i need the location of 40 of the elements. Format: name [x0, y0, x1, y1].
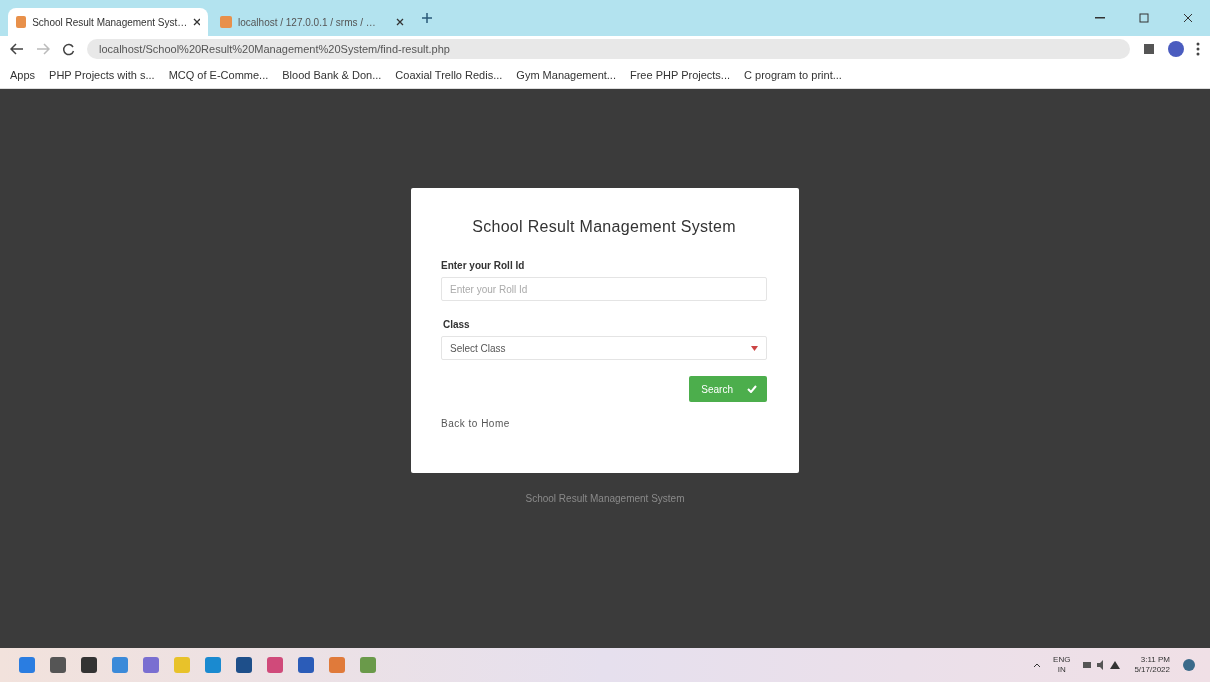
close-icon[interactable] [396, 18, 404, 26]
clock-time[interactable]: 3:11 PM [1140, 655, 1170, 665]
footer-text: School Result Management System [525, 493, 685, 504]
browser-tab[interactable]: School Result Management Syst… [8, 8, 208, 36]
region-indicator[interactable]: IN [1057, 665, 1066, 675]
system-tray-icons[interactable] [1082, 659, 1123, 671]
address-bar[interactable]: localhost/School%20Result%20Management%20System/find-result.php [87, 39, 1130, 59]
bookmark-item[interactable]: Blood Bank & Don... [282, 69, 382, 81]
bookmark-item[interactable]: Coaxial Trello Redis... [395, 69, 503, 81]
language-indicator[interactable]: ENG [1053, 655, 1071, 665]
clock-date[interactable]: 5/17/2022 [1134, 665, 1170, 675]
browser-tab[interactable]: localhost / 127.0.0.1 / srms / … [212, 8, 412, 36]
back-icon[interactable] [10, 43, 24, 55]
close-icon[interactable] [193, 18, 200, 26]
roll-id-field[interactable]: Enter your Roll Id [441, 277, 767, 301]
bookmark-item[interactable]: PHP Projects with s... [49, 69, 155, 81]
taskbar-app-icon[interactable] [297, 656, 315, 674]
dropdown-caret-icon [751, 345, 758, 351]
reload-icon[interactable] [62, 42, 75, 56]
check-icon [747, 385, 757, 393]
field-label: Enter your Roll Id [441, 260, 526, 271]
bookmark-item[interactable]: MCQ of E-Comme... [168, 69, 269, 81]
taskbar-app-icon[interactable] [80, 656, 98, 674]
taskbar-app-icon[interactable] [235, 656, 253, 674]
chevron-icon[interactable] [1033, 662, 1042, 668]
bookmark-item[interactable]: Gym Management... [516, 69, 616, 81]
page-icon [16, 16, 27, 28]
notification-icon[interactable] [1182, 658, 1196, 672]
profile-avatar[interactable] [1168, 41, 1184, 57]
bookmark-item[interactable]: C program to print... [744, 69, 842, 81]
card-title: School Result Management System [471, 218, 737, 236]
taskbar-app-icon[interactable] [49, 656, 67, 674]
page-icon [220, 16, 232, 28]
bookmark-item[interactable]: Apps [10, 69, 36, 81]
field-label: Class [443, 319, 471, 330]
back-link[interactable]: Back to Home [441, 418, 510, 429]
menu-icon[interactable] [1196, 42, 1200, 56]
class-select[interactable]: Select Class [441, 336, 767, 360]
new-tab-icon[interactable] [420, 11, 434, 25]
bookmark-item[interactable]: Free PHP Projects... [630, 69, 731, 81]
